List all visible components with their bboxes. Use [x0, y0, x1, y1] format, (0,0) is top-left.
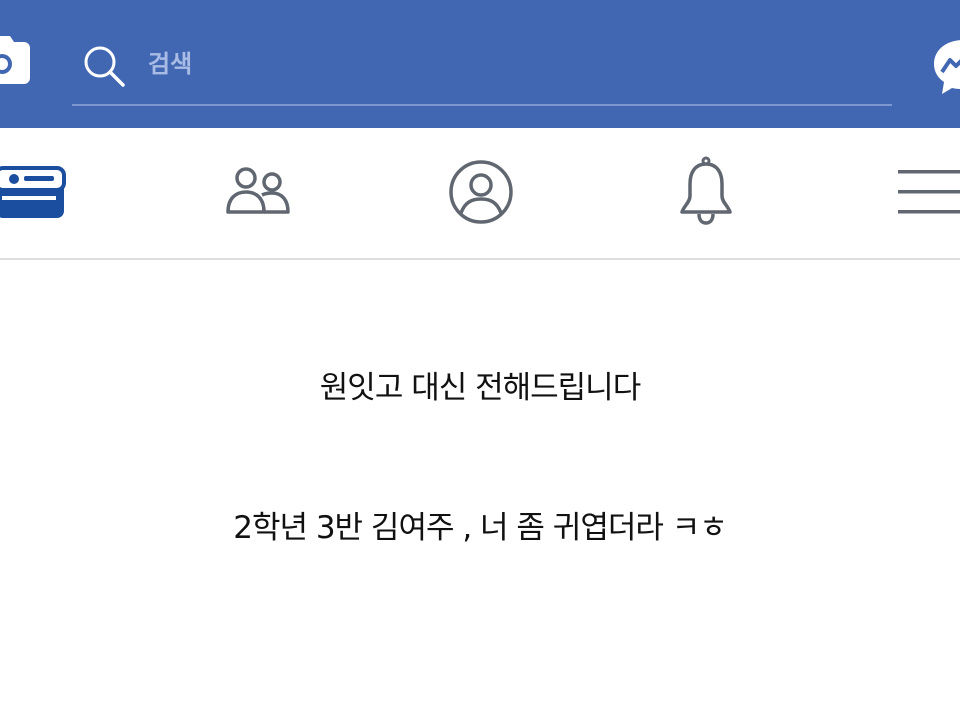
friends-icon [222, 162, 294, 226]
post-text-line: 원잇고 대신 전해드립니다 [319, 370, 641, 406]
navigation-bar [0, 128, 960, 260]
tab-notifications[interactable] [666, 156, 746, 232]
search-bar[interactable] [72, 30, 892, 106]
search-input[interactable] [148, 46, 748, 82]
camera-icon[interactable] [0, 30, 32, 96]
messenger-icon[interactable] [930, 32, 960, 98]
hamburger-menu-icon [896, 162, 960, 226]
search-icon[interactable] [82, 44, 126, 88]
profile-icon [445, 156, 517, 232]
news-feed-icon [0, 162, 66, 226]
post-text-line: 2학년 3반 김여주 , 너 좀 귀엽더라 ㅋㅎ [233, 510, 728, 546]
post-content: 원잇고 대신 전해드립니다 2학년 3반 김여주 , 너 좀 귀엽더라 ㅋㅎ [0, 260, 960, 720]
tab-menu[interactable] [896, 158, 960, 230]
top-bar [0, 0, 960, 128]
tab-news-feed[interactable] [0, 158, 68, 230]
tab-profile[interactable] [441, 158, 521, 230]
tab-friends[interactable] [218, 158, 298, 230]
bell-icon [674, 156, 738, 232]
